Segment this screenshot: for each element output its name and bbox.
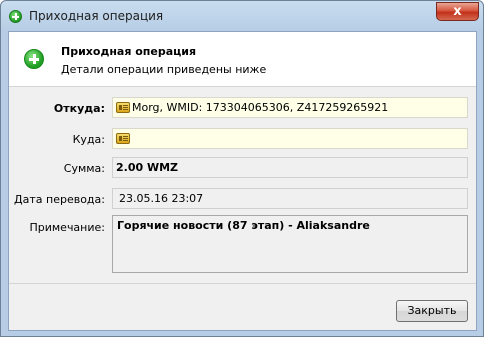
header-title: Приходная операция: [61, 45, 197, 58]
close-button[interactable]: Закрыть: [396, 300, 468, 322]
wmid-card-icon: [116, 102, 130, 113]
plus-circle-icon: [24, 49, 44, 69]
note-field[interactable]: Горячие новости (87 этап) - Aliaksandre: [112, 215, 468, 273]
window-close-button[interactable]: x: [436, 2, 479, 21]
dialog-content: Приходная операция Детали операции приве…: [8, 31, 477, 331]
wmid-card-icon: [116, 133, 130, 144]
from-label: Откуда:: [53, 102, 105, 115]
note-label: Примечание:: [29, 221, 105, 234]
date-label: Дата перевода:: [14, 193, 105, 206]
dialog-header: Приходная операция Детали операции приве…: [9, 32, 476, 87]
amount-field: 2.00 WMZ: [112, 157, 468, 178]
dialog-window: Приходная операция x Приходная операция …: [0, 0, 484, 337]
from-field[interactable]: Morg, WMID: 173304065306, Z417259265921: [112, 97, 468, 118]
footer-divider: [9, 283, 476, 284]
to-label: Куда:: [72, 133, 105, 146]
header-subtitle: Детали операции приведены ниже: [61, 63, 267, 76]
amount-label: Сумма:: [63, 162, 105, 175]
date-field: 23.05.16 23:07: [112, 188, 468, 209]
title-bar[interactable]: Приходная операция x: [1, 1, 483, 31]
from-value: Morg, WMID: 173304065306, Z417259265921: [132, 101, 389, 114]
plus-circle-icon: [9, 10, 22, 23]
to-field[interactable]: [112, 128, 468, 149]
window-title: Приходная операция: [29, 9, 164, 23]
